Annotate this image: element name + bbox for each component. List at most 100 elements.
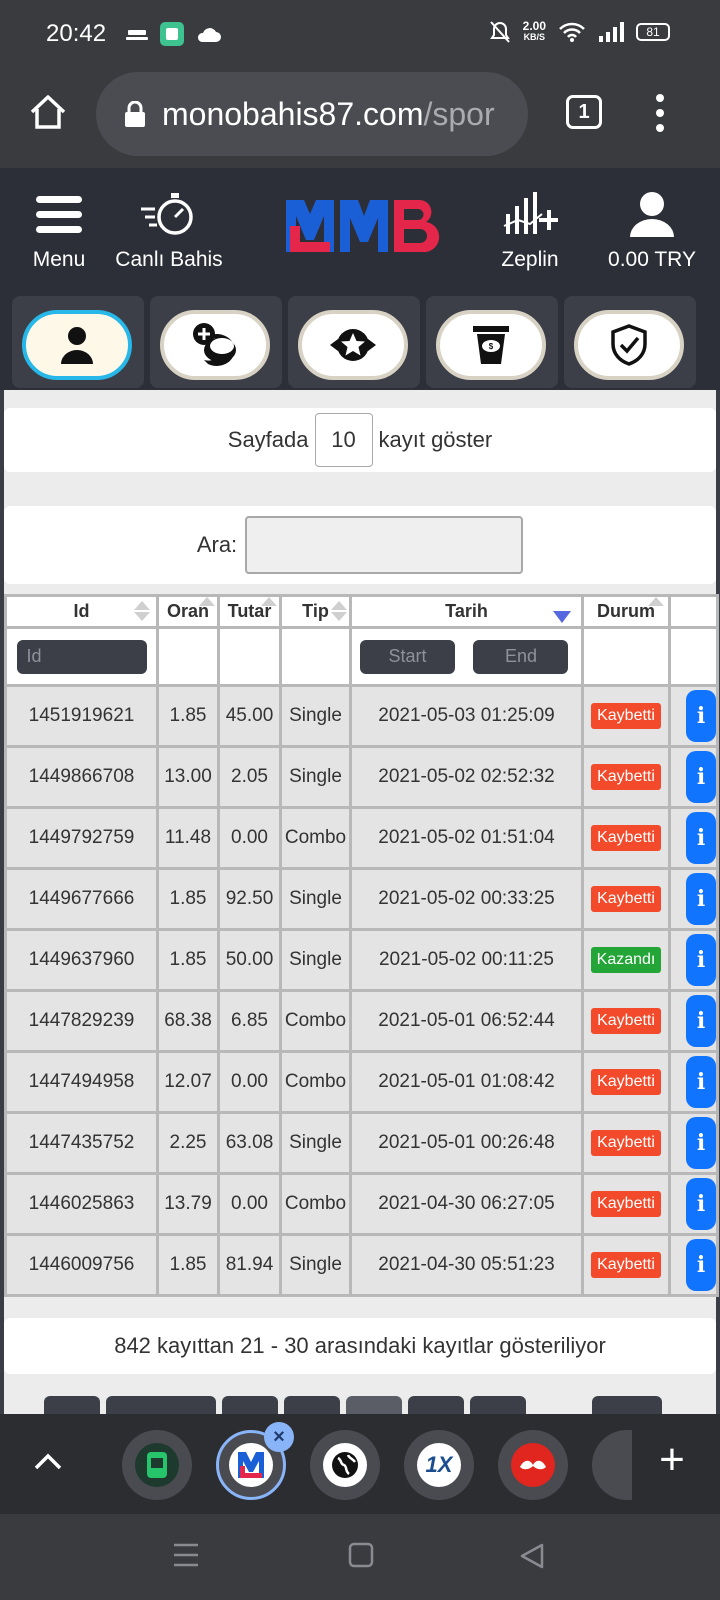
search-label: Ara: <box>196 532 238 557</box>
pagination-button[interactable] <box>470 1396 526 1414</box>
url-bar[interactable]: monobahis87.com/spor <box>96 72 528 156</box>
cell-id: 1451919621 <box>4 684 159 748</box>
info-icon[interactable]: i <box>686 1239 715 1291</box>
zeplin-label: Zeplin <box>501 248 559 271</box>
info-icon[interactable]: i <box>686 1178 715 1230</box>
sort-arrows-icon <box>261 598 277 606</box>
1xbet-icon: 1X <box>417 1443 461 1487</box>
menu-button[interactable]: Menu <box>28 188 90 272</box>
info-icon[interactable]: i <box>686 751 715 803</box>
strip-tab-globe[interactable] <box>310 1430 380 1500</box>
status-badge: Kaybetti <box>591 1069 661 1095</box>
info-icon[interactable]: i <box>686 690 715 742</box>
back-icon[interactable] <box>518 1542 546 1570</box>
page-length-select[interactable]: 10 <box>314 413 373 467</box>
cell-oran: 11.48 <box>156 806 220 870</box>
cell-tarih: 2021-05-01 01:08:42 <box>349 1050 584 1114</box>
pagination-button[interactable] <box>592 1396 662 1414</box>
pagination-button[interactable] <box>408 1396 464 1414</box>
cell-id: 1447829239 <box>4 989 159 1053</box>
home-icon[interactable] <box>28 92 68 132</box>
cell-tip: Combo <box>279 1172 352 1236</box>
cell-tutar: 45.00 <box>217 684 282 748</box>
cell-tutar: 6.85 <box>217 989 282 1053</box>
battery-icon: 81 <box>636 23 670 41</box>
strip-tab-partial[interactable] <box>592 1430 632 1500</box>
cell-id: 1449792759 <box>4 806 159 870</box>
signal-icon <box>599 22 624 42</box>
cell-oran: 68.38 <box>156 989 220 1053</box>
id-filter-input[interactable]: Id <box>16 639 147 674</box>
cast-icon <box>126 30 148 40</box>
strip-tab-casino[interactable] <box>122 1430 192 1500</box>
search-input[interactable] <box>245 516 524 574</box>
info-icon[interactable]: i <box>686 995 715 1047</box>
date-start-input[interactable]: Start <box>360 639 455 674</box>
info-icon[interactable]: i <box>686 812 715 864</box>
cell-tip: Single <box>279 1233 352 1297</box>
bet-history-panel: Sayfada 10 kayıt göster Ara: Id Oran Tut… <box>0 390 720 1414</box>
live-betting-label: Canlı Bahis <box>115 248 223 271</box>
cell-tutar: 0.00 <box>217 1172 282 1236</box>
status-badge: Kaybetti <box>591 886 661 912</box>
tab-switcher-button[interactable]: 1 <box>566 95 602 129</box>
site-logo[interactable] <box>282 196 440 256</box>
pagination-button[interactable] <box>346 1396 402 1414</box>
cell-tarih: 2021-05-02 02:52:32 <box>349 745 584 809</box>
category-bonus-button[interactable] <box>298 310 408 380</box>
zeplin-button[interactable]: Zeplin <box>498 188 562 272</box>
pagination-button[interactable] <box>284 1396 340 1414</box>
chevron-up-icon[interactable] <box>30 1444 66 1480</box>
pagination-button[interactable] <box>106 1396 216 1414</box>
cell-oran: 1.85 <box>156 684 220 748</box>
star-badge-icon <box>330 329 376 361</box>
page-length-prefix: Sayfada <box>227 427 309 452</box>
sort-arrows-icon <box>648 598 664 606</box>
pagination-button[interactable] <box>44 1396 100 1414</box>
info-icon[interactable]: i <box>686 1056 715 1108</box>
date-end-input[interactable]: End <box>473 639 569 674</box>
live-betting-button[interactable]: Canlı Bahis <box>114 188 224 272</box>
category-cup-button[interactable]: $ <box>436 310 546 380</box>
bets-table-body: 1451919621 1.85 45.00 Single 2021-05-03 01:2… <box>4 684 719 1297</box>
column-header-tutar[interactable]: Tutar <box>217 594 282 629</box>
recent-apps-icon[interactable] <box>172 1542 200 1568</box>
site-header: Menu Canlı Bahis Zeplin 0.00 TRY <box>0 168 720 288</box>
category-profile-button[interactable] <box>22 310 132 380</box>
stopwatch-icon <box>141 193 193 235</box>
column-header-id[interactable]: Id <box>4 594 159 629</box>
category-security-button[interactable] <box>574 310 684 380</box>
home-nav-icon[interactable] <box>348 1542 374 1568</box>
strip-tab-1xbet[interactable]: 1X <box>404 1430 474 1500</box>
close-tab-icon[interactable]: × <box>264 1422 294 1452</box>
new-tab-button[interactable]: + <box>652 1438 692 1482</box>
category-deposit-button[interactable] <box>160 310 270 380</box>
cell-id: 1449637960 <box>4 928 159 992</box>
cell-id: 1446009756 <box>4 1233 159 1297</box>
cell-tip: Single <box>279 1111 352 1175</box>
overflow-menu-icon[interactable] <box>654 94 666 132</box>
column-header-tip[interactable]: Tip <box>279 594 352 629</box>
url-domain: monobahis87.com <box>162 95 424 132</box>
cell-tutar: 50.00 <box>217 928 282 992</box>
column-header-tarih[interactable]: Tarih <box>349 594 584 629</box>
user-icon <box>61 327 93 364</box>
column-header-durum[interactable]: Durum <box>581 594 671 629</box>
cell-durum: Kaybetti <box>581 745 671 809</box>
cell-tarih: 2021-05-03 01:25:09 <box>349 684 584 748</box>
cell-tip: Combo <box>279 806 352 870</box>
cell-id: 1449866708 <box>4 745 159 809</box>
pagination-button[interactable] <box>222 1396 278 1414</box>
cell-tip: Combo <box>279 1050 352 1114</box>
info-icon[interactable]: i <box>686 1117 715 1169</box>
column-header-oran[interactable]: Oran <box>156 594 220 629</box>
table-row: 1447829239 68.38 6.85 Combo 2021-05-01 06:52… <box>4 989 719 1053</box>
cell-tutar: 81.94 <box>217 1233 282 1297</box>
info-icon[interactable]: i <box>686 873 715 925</box>
cloud-icon <box>197 28 221 42</box>
account-button[interactable]: 0.00 TRY <box>604 188 700 272</box>
status-badge: Kaybetti <box>591 764 661 790</box>
info-icon[interactable]: i <box>686 934 715 986</box>
balance-label: 0.00 TRY <box>608 248 696 271</box>
strip-tab-red[interactable] <box>498 1430 568 1500</box>
